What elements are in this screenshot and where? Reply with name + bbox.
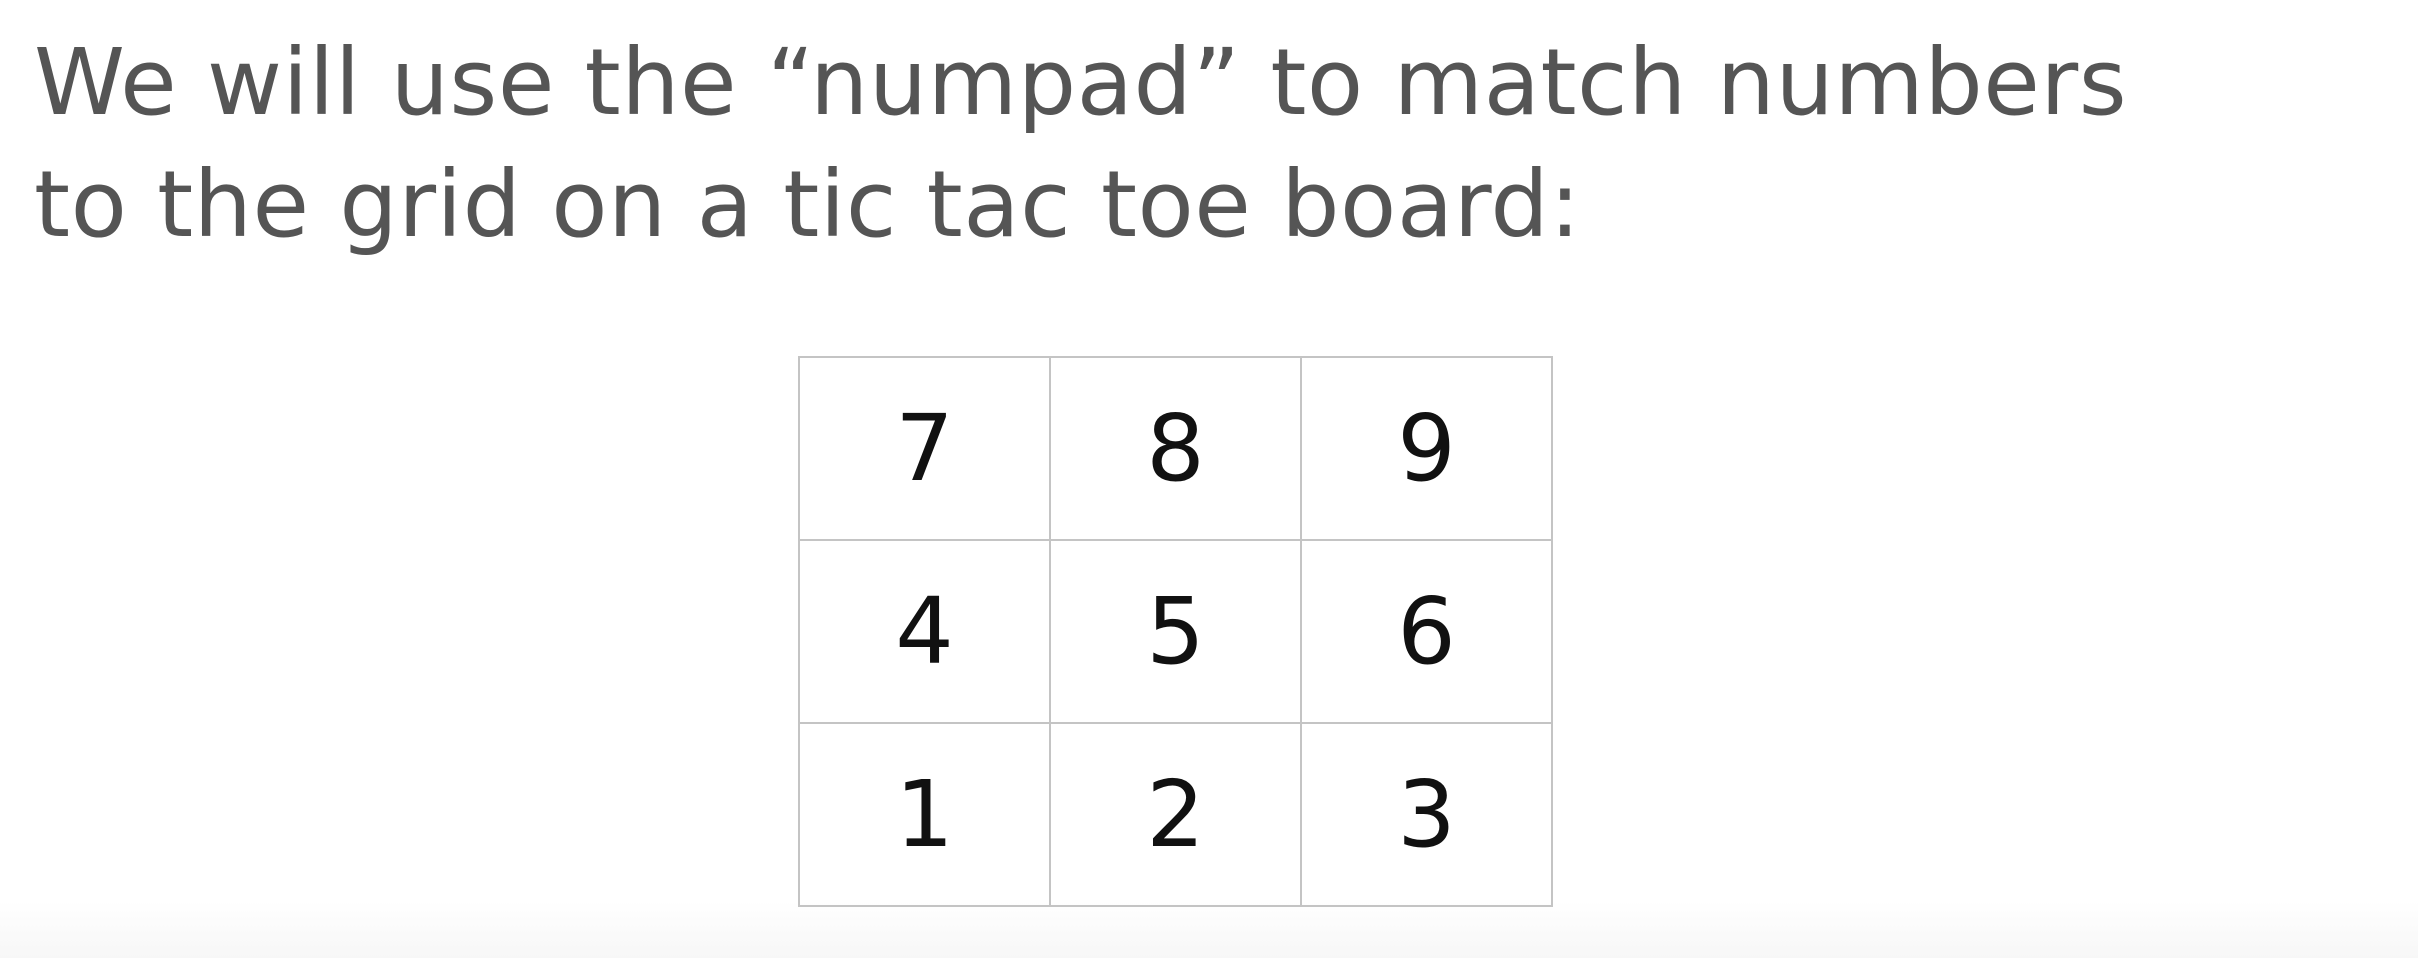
heading-line-1: We will use the “numpad” to match number… [34, 29, 2128, 136]
grid-cell: 6 [1300, 539, 1553, 724]
tic-tac-toe-numpad-grid: 7 8 9 4 5 6 1 2 3 [798, 356, 1553, 907]
grid-row-bottom: 1 2 3 [798, 722, 1553, 907]
slide: We will use the “numpad” to match number… [0, 0, 2418, 958]
grid-row-top: 7 8 9 [798, 356, 1553, 541]
slide-heading: We will use the “numpad” to match number… [34, 22, 2394, 266]
grid-row-middle: 4 5 6 [798, 539, 1553, 724]
grid-cell: 3 [1300, 722, 1553, 907]
grid-cell: 7 [798, 356, 1051, 541]
grid-cell: 8 [1049, 356, 1302, 541]
grid-cell: 2 [1049, 722, 1302, 907]
heading-line-2: to the grid on a tic tac toe board: [34, 151, 1581, 258]
grid-cell: 9 [1300, 356, 1553, 541]
grid-cell: 5 [1049, 539, 1302, 724]
grid-cell: 1 [798, 722, 1051, 907]
grid-cell: 4 [798, 539, 1051, 724]
